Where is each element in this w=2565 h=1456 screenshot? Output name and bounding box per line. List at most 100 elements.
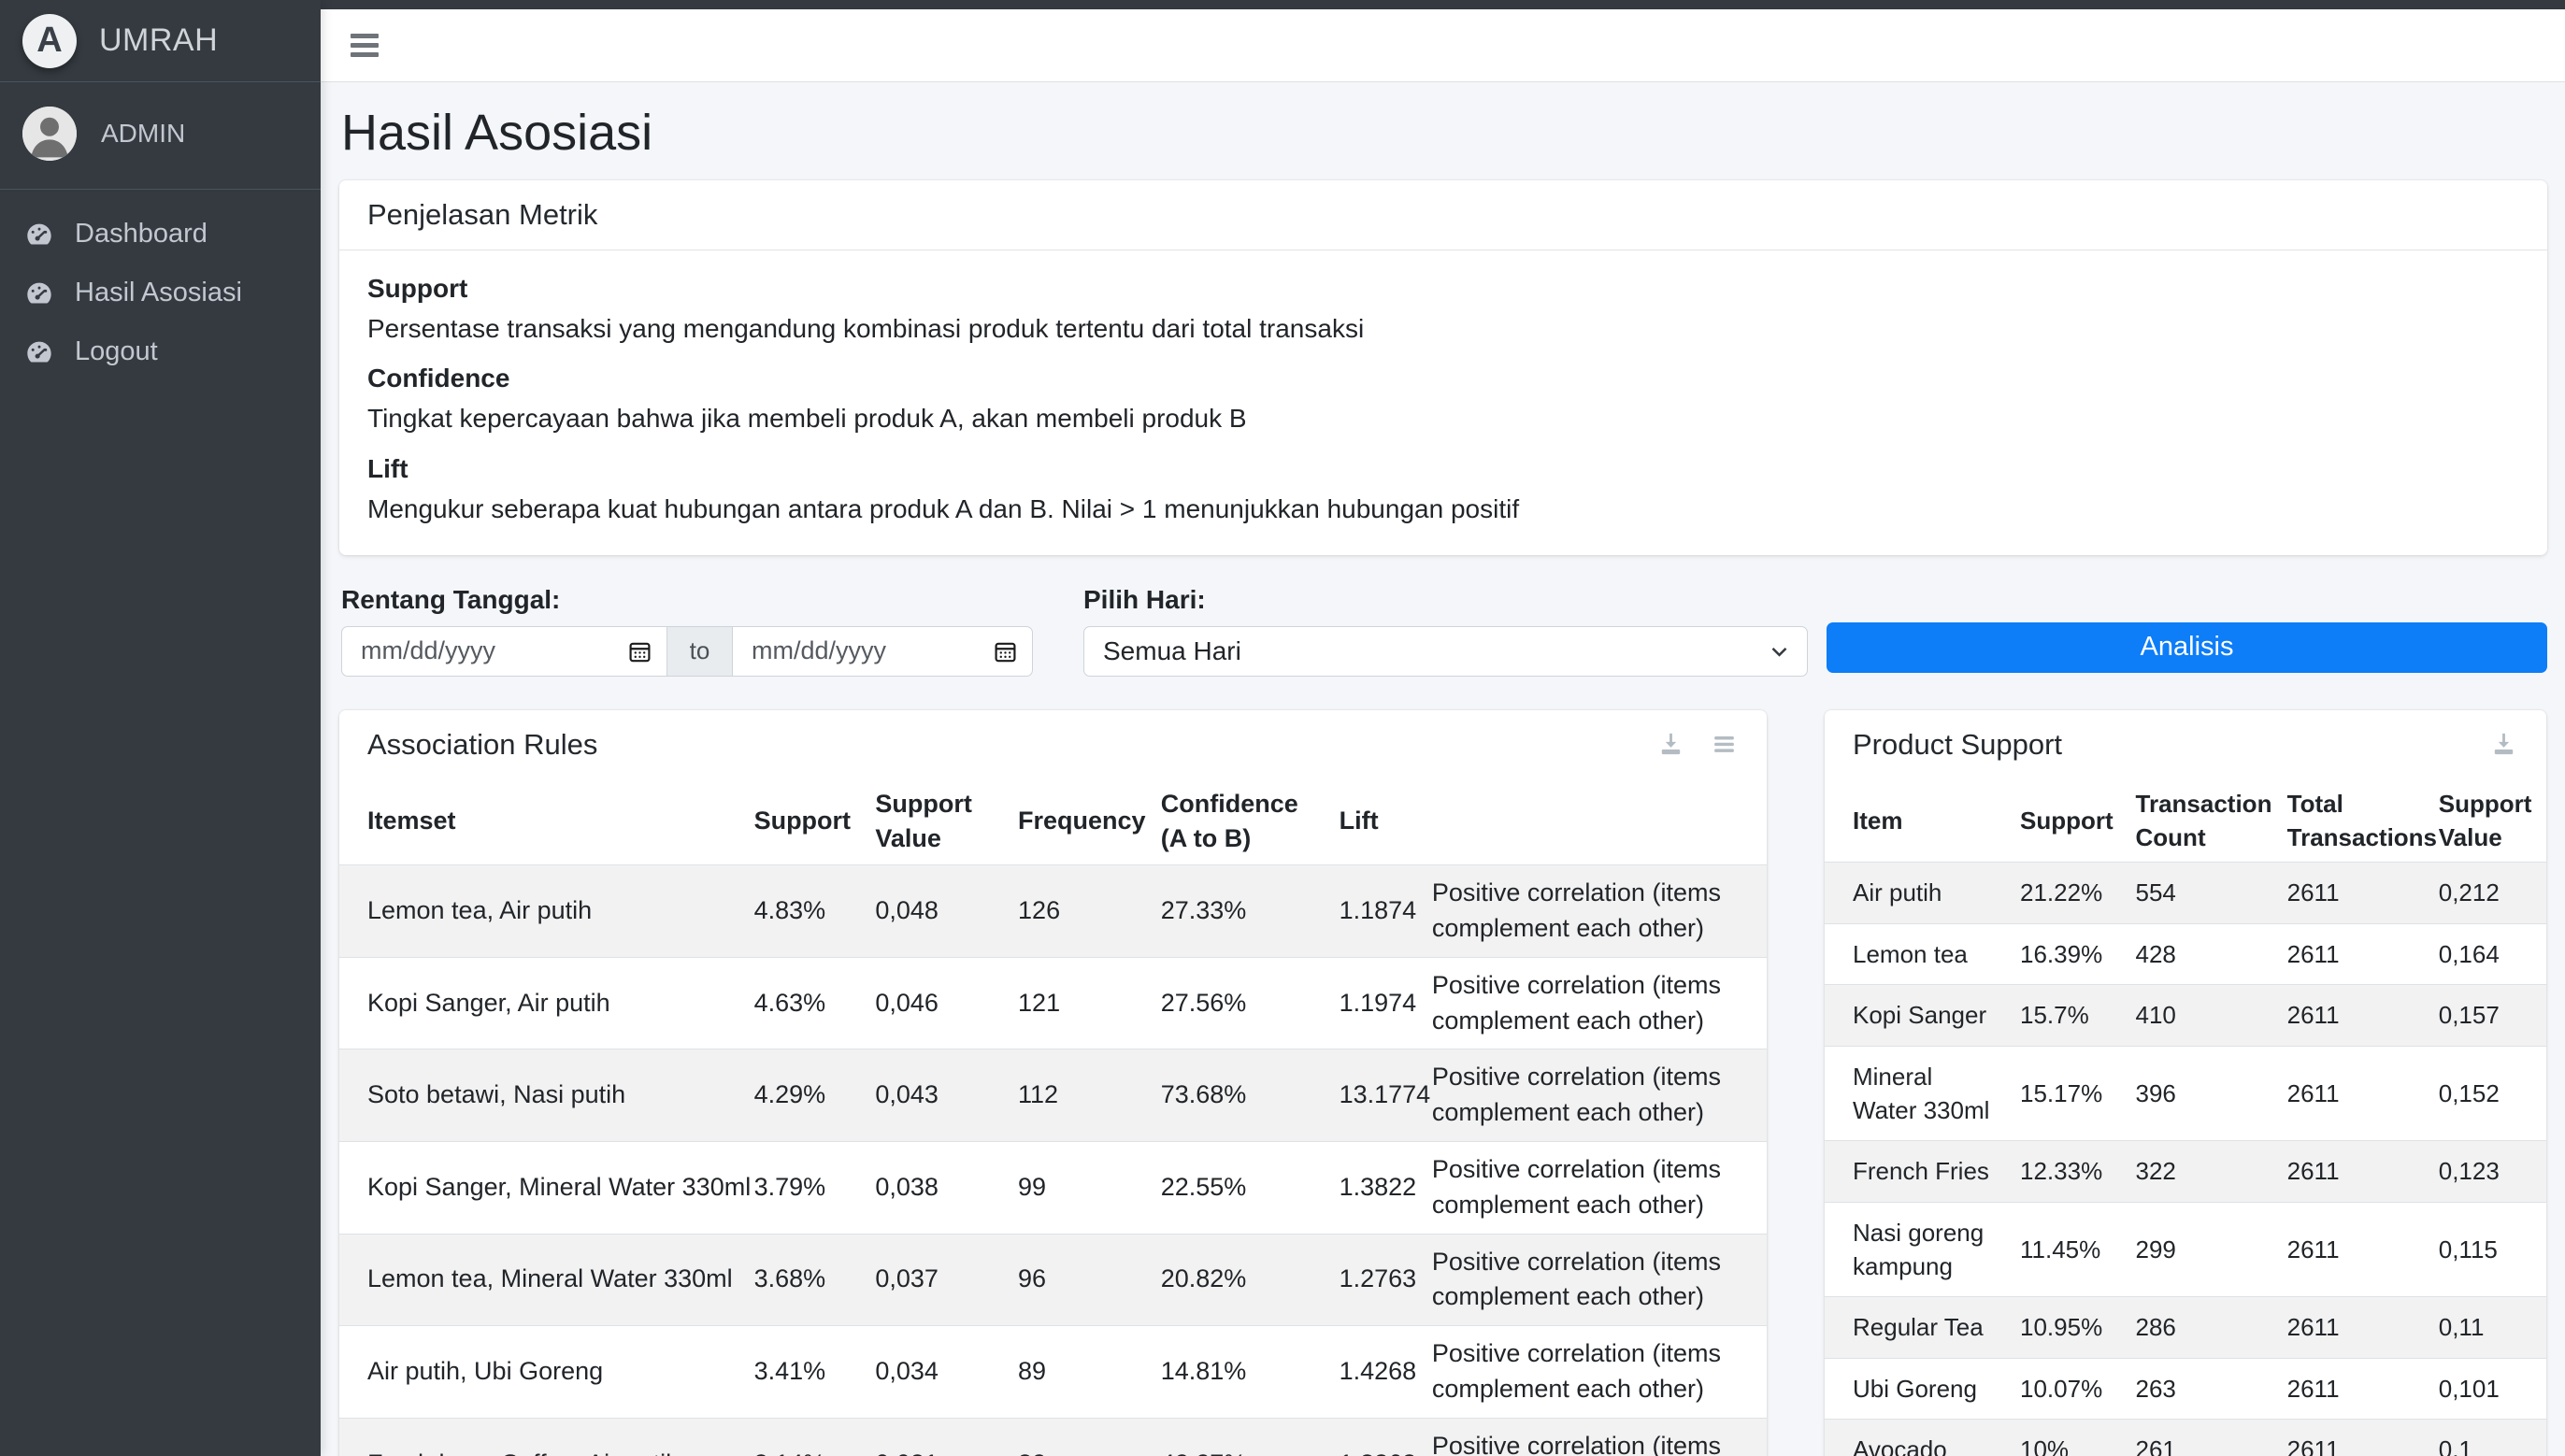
cell-frequency: 126 — [1003, 865, 1146, 958]
cell-support-value: 0,164 — [2424, 923, 2546, 984]
cell-transaction-count: 322 — [2121, 1141, 2272, 1202]
end-date-input[interactable] — [752, 636, 980, 665]
association-rules-title: Association Rules — [367, 728, 597, 762]
cell-total-transactions: 2611 — [2272, 985, 2424, 1046]
cell-item: Mineral Water 330ml — [1825, 1046, 2005, 1141]
day-filter-group: Pilih Hari: Semua Hari — [1083, 585, 1808, 677]
cell-note: Positive correlation (items complement e… — [1417, 1049, 1767, 1142]
col-total-transactions: Total Transactions — [2272, 779, 2424, 863]
cell-support-value: 0,212 — [2424, 863, 2546, 923]
table-row: Air putih21.22%55426110,212 — [1825, 863, 2546, 923]
brand-logo-icon: A — [22, 14, 77, 68]
metrics-card-body: Support Persentase transaksi yang mengan… — [339, 250, 2547, 555]
cell-support: 16.39% — [2005, 923, 2121, 984]
sidebar-item-logout[interactable]: Logout — [0, 322, 321, 381]
tables-row: Association Rules Itemset — [339, 710, 2547, 1456]
cell-support: 4.83% — [739, 865, 861, 958]
cell-support-value: 0,123 — [2424, 1141, 2546, 1202]
table-row: Avocado10%26126110,1 — [1825, 1420, 2546, 1456]
person-icon — [22, 107, 77, 161]
cell-confidence: 22.55% — [1146, 1141, 1325, 1234]
date-range-to-label: to — [667, 626, 733, 677]
cell-confidence: 42.27% — [1146, 1418, 1325, 1456]
cell-itemset: Lemon tea, Mineral Water 330ml — [339, 1234, 739, 1326]
metric-desc: Mengukur seberapa kuat hubungan antara p… — [367, 492, 2519, 527]
product-support-table: Item Support Transaction Count Total Tra… — [1825, 779, 2546, 1456]
cell-support: 15.17% — [2005, 1046, 2121, 1141]
table-header-row: Itemset Support Support Value Frequency … — [339, 779, 1767, 865]
day-filter-label: Pilih Hari: — [1083, 585, 1808, 615]
cell-confidence: 73.68% — [1146, 1049, 1325, 1142]
cell-support-value: 0,157 — [2424, 985, 2546, 1046]
day-select[interactable]: Semua Hari — [1083, 626, 1808, 677]
cell-item: Regular Tea — [1825, 1297, 2005, 1358]
metric-desc: Persentase transaksi yang mengandung kom… — [367, 311, 2519, 347]
card-tools — [2489, 730, 2518, 759]
user-panel: ADMIN — [0, 82, 321, 190]
cell-total-transactions: 2611 — [2272, 1358, 2424, 1419]
cell-frequency: 121 — [1003, 957, 1146, 1049]
filters-row: Rentang Tanggal: to Pilih Hari: — [341, 585, 2547, 677]
table-row: Lemon tea16.39%42826110,164 — [1825, 923, 2546, 984]
cell-itemset: Kopi Sanger, Mineral Water 330ml — [339, 1141, 739, 1234]
brand[interactable]: A UMRAH — [0, 0, 321, 82]
cell-transaction-count: 410 — [2121, 985, 2272, 1046]
cell-support-value: 0,048 — [860, 865, 1003, 958]
cell-support: 3.14% — [739, 1418, 861, 1456]
analyze-group: Analisis — [1827, 585, 2547, 673]
cell-frequency: 96 — [1003, 1234, 1146, 1326]
calendar-icon[interactable] — [992, 638, 1019, 665]
cell-note: Positive correlation (items complement e… — [1417, 957, 1767, 1049]
cell-note: Positive correlation (items complement e… — [1417, 865, 1767, 958]
table-row: Fresh brew Coffee, Air putih3.14%0,03182… — [339, 1418, 1767, 1456]
start-date-input[interactable] — [361, 636, 614, 665]
table-row: Kopi Sanger15.7%41026110,157 — [1825, 985, 2546, 1046]
association-rules-body: Lemon tea, Air putih4.83%0,04812627.33%1… — [339, 865, 1767, 1456]
metrics-card-header: Penjelasan Metrik — [339, 180, 2547, 250]
table-row: Mineral Water 330ml15.17%39626110,152 — [1825, 1046, 2546, 1141]
cell-item: Nasi goreng kampung — [1825, 1202, 2005, 1297]
cell-support-value: 0,101 — [2424, 1358, 2546, 1419]
cell-support-value: 0,031 — [860, 1418, 1003, 1456]
cell-note: Positive correlation (items complement e… — [1417, 1141, 1767, 1234]
table-row: French Fries12.33%32226110,123 — [1825, 1141, 2546, 1202]
sidebar: A UMRAH ADMIN Dashboard Hasil Asosiasi — [0, 0, 321, 1456]
cell-item: Avocado — [1825, 1420, 2005, 1456]
cell-itemset: Soto betawi, Nasi putih — [339, 1049, 739, 1142]
col-support-value: Support Value — [860, 779, 1003, 865]
cell-transaction-count: 286 — [2121, 1297, 2272, 1358]
table-row: Ubi Goreng10.07%26326110,101 — [1825, 1358, 2546, 1419]
cell-support: 12.33% — [2005, 1141, 2121, 1202]
cell-lift: 1.2763 — [1325, 1234, 1417, 1326]
analyze-button[interactable]: Analisis — [1827, 622, 2547, 673]
cell-note: Positive correlation (items complement e… — [1417, 1326, 1767, 1419]
cell-item: French Fries — [1825, 1141, 2005, 1202]
gauge-icon — [24, 337, 54, 367]
cell-total-transactions: 2611 — [2272, 923, 2424, 984]
product-support-title: Product Support — [1853, 728, 2062, 762]
sidebar-item-label: Logout — [75, 336, 158, 367]
sidebar-item-dashboard[interactable]: Dashboard — [0, 205, 321, 264]
association-rules-card: Association Rules Itemset — [339, 710, 1767, 1456]
cell-support-value: 0,037 — [860, 1234, 1003, 1326]
hamburger-icon[interactable] — [351, 33, 382, 59]
sidebar-item-hasil-asosiasi[interactable]: Hasil Asosiasi — [0, 264, 321, 322]
cell-total-transactions: 2611 — [2272, 1141, 2424, 1202]
col-support: Support — [739, 779, 861, 865]
cell-support: 4.29% — [739, 1049, 861, 1142]
cell-note: Positive correlation (items complement e… — [1417, 1418, 1767, 1456]
top-navbar — [321, 9, 2565, 82]
download-icon[interactable] — [2489, 730, 2518, 759]
cell-transaction-count: 554 — [2121, 863, 2272, 923]
list-icon[interactable] — [1710, 730, 1739, 759]
table-row: Air putih, Ubi Goreng3.41%0,0348914.81%1… — [339, 1326, 1767, 1419]
cell-lift: 1.1874 — [1325, 865, 1417, 958]
calendar-icon[interactable] — [626, 638, 653, 665]
cell-total-transactions: 2611 — [2272, 1420, 2424, 1456]
download-icon[interactable] — [1656, 730, 1685, 759]
cell-frequency: 99 — [1003, 1141, 1146, 1234]
cell-support: 3.79% — [739, 1141, 861, 1234]
cell-lift: 1.4268 — [1325, 1326, 1417, 1419]
cell-transaction-count: 299 — [2121, 1202, 2272, 1297]
table-row: Lemon tea, Air putih4.83%0,04812627.33%1… — [339, 865, 1767, 958]
